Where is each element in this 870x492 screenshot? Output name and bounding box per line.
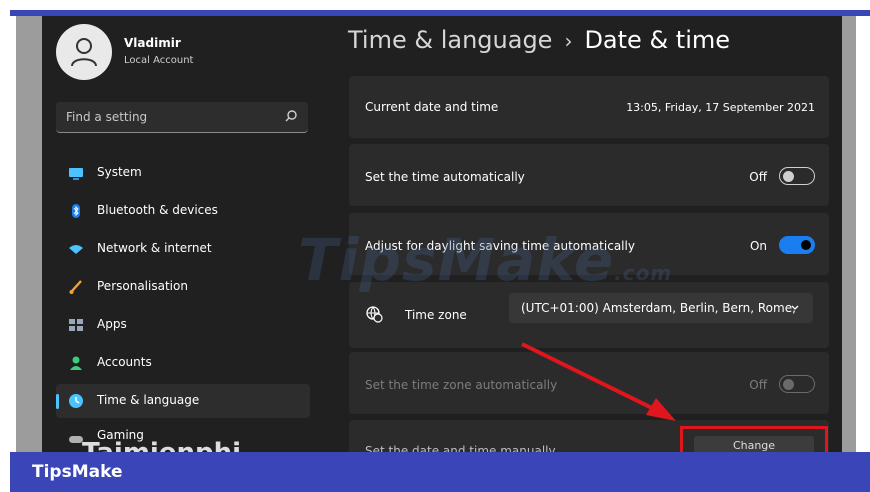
sidebar-item-bluetooth[interactable]: Bluetooth & devices <box>56 194 310 228</box>
time-zone-automatically-toggle[interactable] <box>779 375 815 393</box>
globe-clock-icon <box>69 394 83 408</box>
sidebar-item-system[interactable]: System <box>56 156 310 190</box>
watermark-text: TipsMake <box>298 226 615 294</box>
watermark-suffix: .com <box>614 261 673 285</box>
sidebar-item-personalisation[interactable]: Personalisation <box>56 270 310 304</box>
sidebar-item-label: Network & internet <box>97 241 212 255</box>
settings-window: Vladimir Local Account Find a setting Sy… <box>16 16 856 452</box>
sidebar-item-label: Bluetooth & devices <box>97 203 218 217</box>
screenshot-frame: Vladimir Local Account Find a setting Sy… <box>0 0 870 492</box>
breadcrumb-current: Date & time <box>584 26 731 54</box>
left-border <box>16 16 42 452</box>
daylight-saving-toggle[interactable] <box>779 236 815 254</box>
footer-brand: TipsMake <box>32 462 123 482</box>
sidebar-item-label: Apps <box>97 317 127 331</box>
page-title: Time & language › Date & time <box>348 26 730 54</box>
wifi-icon <box>69 245 83 254</box>
apps-icon <box>69 319 83 331</box>
globe-clock-icon <box>366 306 383 323</box>
time-zone-value: (UTC+01:00) Amsterdam, Berlin, Bern, Rom… <box>521 301 796 315</box>
time-zone-automatically-card: Set the time zone automatically Off <box>349 352 829 414</box>
sidebar-item-label: Time & language <box>97 393 200 407</box>
person-icon <box>70 356 82 370</box>
set-time-automatically-label: Set the time automatically <box>365 170 525 184</box>
time-zone-dropdown[interactable]: (UTC+01:00) Amsterdam, Berlin, Bern, Rom… <box>509 293 813 323</box>
user-name: Vladimir <box>124 36 181 50</box>
account-type: Local Account <box>124 55 194 66</box>
current-date-time-label: Current date and time <box>365 100 499 114</box>
set-time-automatically-state: Off <box>749 170 767 184</box>
set-manually-label: Set the date and time manually <box>365 444 556 452</box>
search-icon <box>285 110 297 122</box>
bluetooth-icon <box>72 204 80 218</box>
toggle-knob <box>783 171 794 182</box>
footer-bar: TipsMake <box>10 452 870 492</box>
time-zone-automatically-label: Set the time zone automatically <box>365 378 558 392</box>
time-zone-automatically-state: Off <box>749 378 767 392</box>
sidebar: Vladimir Local Account Find a setting Sy… <box>42 16 324 452</box>
watermark-logo: TipsMake.com <box>298 226 672 294</box>
set-time-automatically-card: Set the time automatically Off <box>349 144 829 206</box>
monitor-icon <box>69 168 83 180</box>
active-indicator <box>56 394 59 409</box>
time-zone-label: Time zone <box>405 308 467 322</box>
sidebar-item-label: System <box>97 165 142 179</box>
search-placeholder: Find a setting <box>66 110 148 124</box>
sidebar-item-label: Personalisation <box>97 279 188 293</box>
sidebar-item-apps[interactable]: Apps <box>56 308 310 342</box>
user-icon <box>71 38 97 67</box>
sidebar-item-network[interactable]: Network & internet <box>56 232 310 266</box>
daylight-saving-state: On <box>749 239 767 253</box>
brush-icon <box>69 280 82 294</box>
sidebar-item-accounts[interactable]: Accounts <box>56 346 310 380</box>
search-input[interactable]: Find a setting <box>56 102 308 133</box>
current-date-time-card: Current date and time 13:05, Friday, 17 … <box>349 76 829 138</box>
chevron-down-icon <box>791 305 799 310</box>
set-time-automatically-toggle[interactable] <box>779 167 815 185</box>
breadcrumb-parent[interactable]: Time & language <box>348 26 552 54</box>
toggle-knob <box>801 240 811 250</box>
right-border <box>842 16 856 452</box>
avatar[interactable] <box>56 24 112 80</box>
sidebar-item-label: Accounts <box>97 355 152 369</box>
current-date-time-value: 13:05, Friday, 17 September 2021 <box>626 101 815 114</box>
chevron-right-icon: › <box>564 29 573 53</box>
sidebar-item-time-language[interactable]: Time & language <box>56 384 310 418</box>
toggle-knob <box>783 379 794 390</box>
